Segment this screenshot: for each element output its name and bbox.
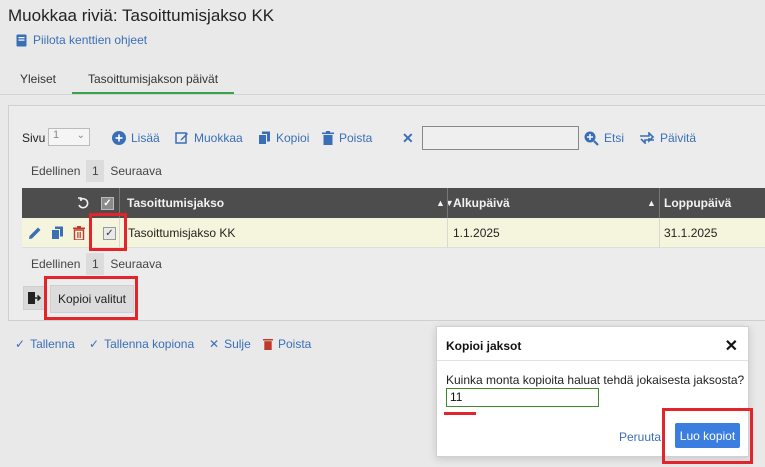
export-button[interactable] [23, 286, 45, 310]
dialog-title: Kopioi jaksot [446, 339, 522, 353]
sort-icon[interactable]: ▲▼ [436, 188, 454, 218]
trash-icon [322, 131, 334, 145]
trash-icon [263, 338, 273, 350]
save-button[interactable]: ✓ Tallenna [15, 337, 75, 351]
delete-label: Poista [339, 131, 373, 145]
close-icon: ✕ [209, 337, 220, 351]
edit-label: Muokkaa [194, 131, 243, 145]
page-select-value: 1 [53, 129, 60, 141]
table-row[interactable]: ✓ Tasoittumisjakso KK 1.1.2025 31.1.2025 [22, 218, 765, 248]
highlight-copy-selected [44, 276, 138, 320]
check-icon: ✓ [101, 196, 114, 210]
page-label: Sivu [22, 131, 46, 145]
delete-record-label: Poista [278, 337, 312, 351]
cell-start-date: 1.1.2025 [453, 226, 500, 240]
page-select[interactable]: 1 ⌄ [48, 128, 90, 146]
pager-prev[interactable]: Edellinen [31, 164, 80, 178]
plus-circle-icon [112, 131, 126, 145]
tab-general[interactable]: Yleiset [20, 64, 56, 94]
copy-count-input[interactable]: 11 [446, 388, 599, 407]
trash-row-icon[interactable] [73, 218, 85, 248]
page-title: Muokkaa riviä: Tasoittumisjakso KK [8, 6, 275, 25]
refresh-label: Päivitä [660, 131, 697, 145]
add-button[interactable]: Lisää [112, 127, 160, 149]
pager-top: Edellinen 1 Seuraava [31, 160, 162, 182]
pager-page[interactable]: 1 [86, 253, 105, 275]
book-icon [16, 34, 27, 47]
save-as-copy-label: Tallenna kopiona [104, 337, 195, 351]
clear-search-icon[interactable]: ✕ [402, 127, 414, 149]
edit-icon [175, 131, 189, 145]
pager-prev[interactable]: Edellinen [31, 257, 80, 271]
save-label: Tallenna [30, 337, 75, 351]
copy-icon [258, 131, 271, 145]
sort-asc-icon[interactable]: ▲ [647, 188, 656, 218]
close-button[interactable]: ✕ Sulje [209, 337, 251, 351]
delete-record-button[interactable]: Poista [263, 337, 311, 351]
save-as-copy-button[interactable]: ✓ Tallenna kopiona [89, 337, 194, 351]
refresh-icon [639, 132, 655, 144]
copy-label: Kopioi [276, 131, 310, 145]
search-plus-icon [584, 131, 599, 146]
column-header-period[interactable]: Tasoittumisjakso [127, 188, 224, 218]
pager-next[interactable]: Seuraava [110, 257, 161, 271]
highlight-create-copies [662, 408, 753, 464]
search-label: Etsi [604, 131, 625, 145]
cell-end-date: 31.1.2025 [664, 226, 718, 240]
cell-period: Tasoittumisjakso KK [128, 226, 236, 240]
column-header-start-date[interactable]: Alkupäivä [453, 188, 510, 218]
tab-bar: Yleiset Tasoittumisjakson päivät [0, 64, 765, 95]
column-header-end-date[interactable]: Loppupäivä [664, 188, 731, 218]
hide-field-help-label: Piilota kenttien ohjeet [33, 33, 148, 47]
check-icon: ✓ [15, 337, 26, 351]
copy-row-icon[interactable] [51, 218, 64, 248]
copy-button[interactable]: Kopioi [258, 127, 309, 149]
pager-page[interactable]: 1 [86, 160, 105, 182]
chevron-down-icon: ⌄ [76, 130, 85, 141]
dialog-question: Kuinka monta kopioita haluat tehdä jokai… [446, 373, 745, 387]
data-grid: ✓ Tasoittumisjakso ▲▼ Alkupäivä ▲ Loppup… [22, 188, 765, 248]
reset-icon[interactable] [77, 188, 89, 218]
cancel-button[interactable]: Peruuta [619, 430, 661, 444]
grid-header: ✓ Tasoittumisjakso ▲▼ Alkupäivä ▲ Loppup… [22, 188, 765, 218]
add-label: Lisää [131, 131, 160, 145]
close-label: Sulje [224, 337, 251, 351]
delete-button[interactable]: Poista [322, 127, 372, 149]
edit-button[interactable]: Muokkaa [175, 127, 243, 149]
close-icon[interactable]: ✕ [725, 336, 738, 356]
refresh-button[interactable]: Päivitä [639, 127, 696, 149]
check-icon: ✓ [89, 337, 100, 351]
search-button[interactable]: Etsi [584, 127, 624, 149]
highlight-row-checkbox [89, 213, 127, 251]
pencil-icon[interactable] [28, 218, 42, 248]
tab-period-days[interactable]: Tasoittumisjakson päivät [72, 64, 234, 94]
search-input[interactable] [422, 126, 579, 150]
highlight-input-underline [444, 412, 476, 415]
hide-field-help-link[interactable]: Piilota kenttien ohjeet [16, 33, 147, 47]
pager-bottom: Edellinen 1 Seuraava [31, 253, 162, 275]
pager-next[interactable]: Seuraava [110, 164, 161, 178]
export-icon [27, 292, 41, 304]
